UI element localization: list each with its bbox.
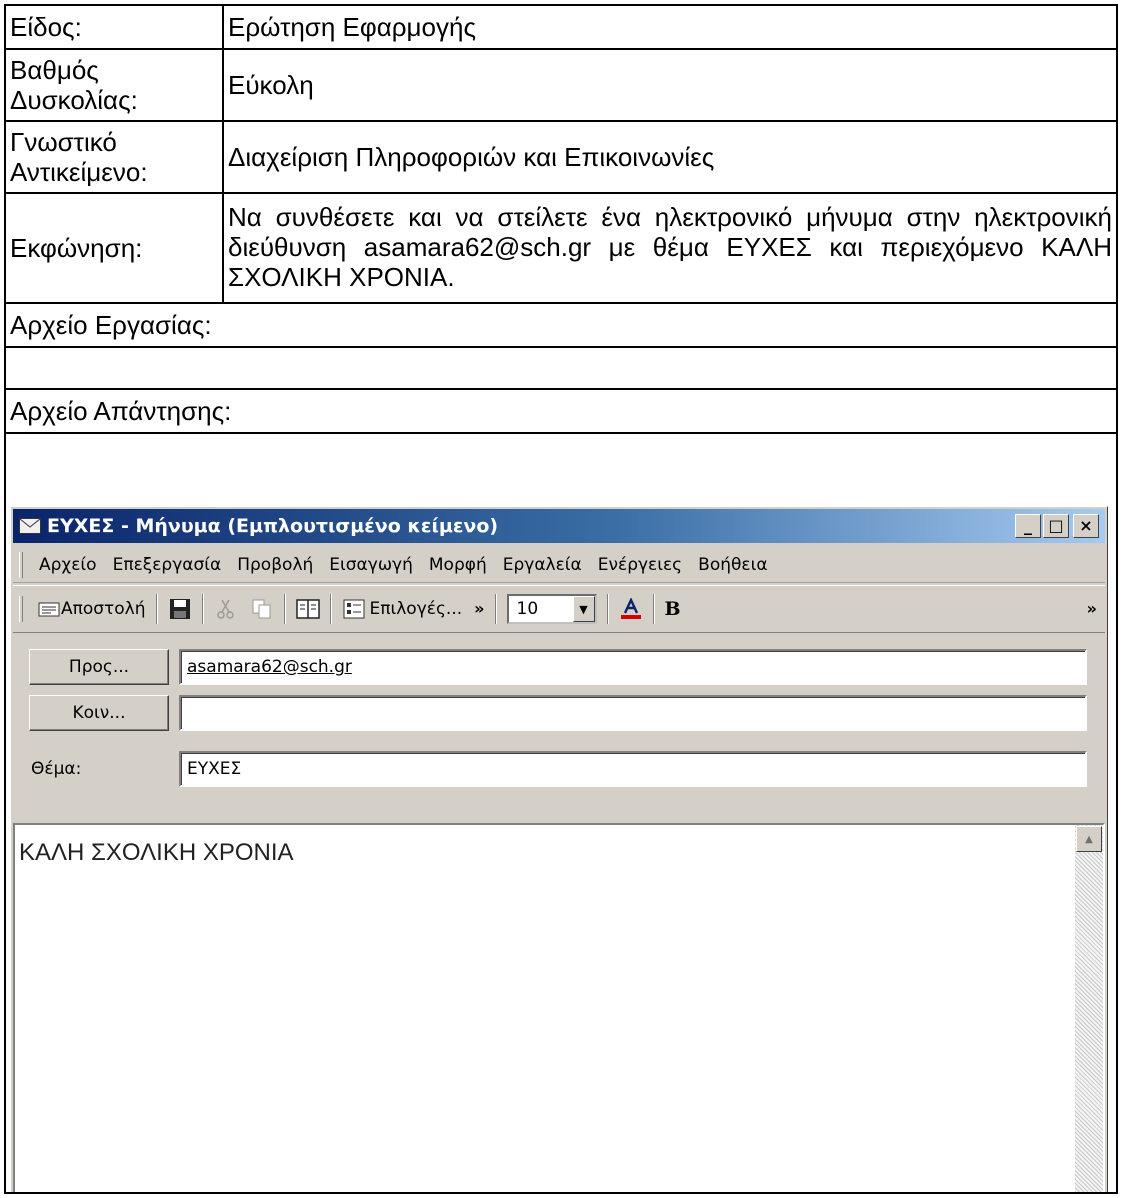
menu-tools[interactable]: Εργαλεία bbox=[495, 555, 590, 575]
menu-insert[interactable]: Εισαγωγή bbox=[321, 555, 421, 575]
toolbar-separator bbox=[155, 594, 158, 624]
difficulty-value: Εύκολη bbox=[228, 70, 314, 100]
message-window: ΕΥΧΕΣ - Μήνυμα (Εμπλουτισμένο κείμενο) _… bbox=[10, 506, 1108, 1192]
exercise-sheet: Είδος: Ερώτηση Εφαρμογής Βαθμός Δυσκολία… bbox=[4, 4, 1118, 1194]
toolbar-separator bbox=[201, 594, 204, 624]
difficulty-label-line1: Βαθμός bbox=[10, 55, 99, 85]
menu-edit[interactable]: Επεξεργασία bbox=[105, 555, 230, 575]
menu-format[interactable]: Μορφή bbox=[421, 555, 495, 575]
to-button[interactable]: Προς... bbox=[29, 649, 169, 685]
address-book-icon bbox=[295, 598, 320, 620]
options-label: Επιλογές... bbox=[369, 599, 463, 619]
font-size-value: 10 bbox=[516, 599, 539, 619]
statement-label: Εκφώνηση: bbox=[6, 194, 224, 302]
message-body-text: ΚΑΛΗ ΣΧΟΛΙΚΗ ΧΡΟΝΙΑ bbox=[19, 839, 294, 866]
subject-label-line2: Αντικείμενο: bbox=[10, 157, 148, 187]
font-color-button[interactable] bbox=[613, 591, 649, 627]
cut-button[interactable] bbox=[208, 591, 244, 627]
vertical-scrollbar[interactable]: ▲ ▼ bbox=[1075, 825, 1103, 1192]
row-statement: Εκφώνηση: Να συνθέσετε και να στείλετε έ… bbox=[4, 192, 1118, 304]
answer-screenshot: ΕΥΧΕΣ - Μήνυμα (Εμπλουτισμένο κείμενο) _… bbox=[4, 492, 1118, 1194]
toolbar-separator bbox=[606, 594, 609, 624]
options-button[interactable]: Επιλογές... bbox=[336, 591, 469, 627]
minimize-button[interactable]: _ bbox=[1015, 514, 1041, 538]
send-button[interactable]: Αποστολή bbox=[31, 591, 152, 627]
options-icon bbox=[342, 598, 366, 620]
difficulty-label: Βαθμός Δυσκολίας: bbox=[6, 50, 224, 120]
menu-bar: Αρχείο Επεξεργασία Προβολή Εισαγωγή Μορφ… bbox=[13, 547, 1105, 583]
scissors-icon bbox=[214, 598, 238, 620]
toolbar-separator bbox=[329, 594, 332, 624]
subject-value: Διαχείριση Πληροφοριών και Επικοινωνίες bbox=[228, 142, 715, 172]
menubar-grip-icon[interactable] bbox=[19, 551, 23, 578]
close-button[interactable]: × bbox=[1073, 514, 1099, 538]
toolbar-separator bbox=[494, 594, 497, 624]
toolbar-separator bbox=[652, 594, 655, 624]
bold-button[interactable]: B bbox=[659, 591, 687, 627]
row-answer-file-gap bbox=[4, 432, 1118, 494]
menu-file[interactable]: Αρχείο bbox=[31, 555, 105, 575]
cc-button[interactable]: Κοιν... bbox=[29, 695, 169, 731]
work-file-value bbox=[6, 348, 1116, 388]
row-subject: Γνωστικό Αντικείμενο: Διαχείριση Πληροφο… bbox=[4, 120, 1118, 194]
type-value: Ερώτηση Εφαρμογής bbox=[228, 12, 476, 42]
work-file-label: Αρχείο Εργασίας: bbox=[10, 310, 212, 340]
envelope-icon bbox=[19, 518, 41, 534]
to-address[interactable]: asamara62@sch.gr bbox=[187, 657, 352, 677]
toolbar-grip-icon[interactable] bbox=[19, 596, 23, 622]
toolbar-separator bbox=[283, 594, 286, 624]
menu-view[interactable]: Προβολή bbox=[229, 555, 321, 575]
font-color-icon bbox=[619, 597, 643, 620]
floppy-disk-icon bbox=[168, 598, 192, 620]
maximize-button[interactable]: □ bbox=[1043, 514, 1069, 538]
menu-help[interactable]: Βοήθεια bbox=[690, 555, 775, 575]
save-button[interactable] bbox=[162, 591, 198, 627]
send-icon bbox=[37, 598, 61, 620]
subject-row: Θέμα: ΕΥΧΕΣ bbox=[11, 749, 1107, 789]
to-input[interactable]: asamara62@sch.gr bbox=[179, 649, 1087, 685]
toolbar-overflow-chevron-icon[interactable]: » bbox=[1087, 601, 1097, 617]
row-work-file-label: Αρχείο Εργασίας: bbox=[4, 302, 1118, 348]
tool-bar: Αποστολή Επιλογές... » 10 ▼ B » bbox=[13, 585, 1105, 633]
menu-actions[interactable]: Ενέργειες bbox=[590, 555, 690, 575]
cc-row: Κοιν... bbox=[11, 693, 1107, 733]
statement-value: Να συνθέσετε και να στείλετε ένα ηλεκτρο… bbox=[228, 202, 1112, 292]
send-label: Αποστολή bbox=[61, 599, 146, 619]
cc-input[interactable] bbox=[179, 695, 1087, 731]
subject-label-line1: Γνωστικό bbox=[10, 127, 117, 157]
subject-field-label: Θέμα: bbox=[31, 759, 82, 779]
window-title: ΕΥΧΕΣ - Μήνυμα (Εμπλουτισμένο κείμενο) bbox=[47, 515, 499, 537]
subject-input[interactable]: ΕΥΧΕΣ bbox=[179, 751, 1087, 787]
title-bar[interactable]: ΕΥΧΕΣ - Μήνυμα (Εμπλουτισμένο κείμενο) _… bbox=[13, 509, 1105, 543]
type-label: Είδος: bbox=[6, 6, 224, 48]
address-book-button[interactable] bbox=[290, 591, 326, 627]
row-answer-file-label: Αρχείο Απάντησης: bbox=[4, 388, 1118, 434]
answer-file-label: Αρχείο Απάντησης: bbox=[10, 396, 232, 426]
row-work-file-value bbox=[4, 346, 1118, 390]
font-size-select[interactable]: 10 ▼ bbox=[501, 591, 603, 627]
difficulty-label-line2: Δυσκολίας: bbox=[10, 85, 138, 115]
to-row: Προς... asamara62@sch.gr bbox=[11, 647, 1107, 687]
copy-icon bbox=[250, 598, 274, 620]
scroll-up-icon[interactable]: ▲ bbox=[1076, 826, 1102, 852]
toolbar-chevron-icon[interactable]: » bbox=[468, 591, 490, 627]
row-difficulty: Βαθμός Δυσκολίας: Εύκολη bbox=[4, 48, 1118, 122]
copy-button[interactable] bbox=[244, 591, 280, 627]
message-body[interactable]: ΚΑΛΗ ΣΧΟΛΙΚΗ ΧΡΟΝΙΑ ▲ ▼ bbox=[13, 823, 1105, 1192]
subject-label: Γνωστικό Αντικείμενο: bbox=[6, 122, 224, 192]
row-type: Είδος: Ερώτηση Εφαρμογής bbox=[4, 4, 1118, 50]
chevron-down-icon[interactable]: ▼ bbox=[572, 596, 595, 622]
